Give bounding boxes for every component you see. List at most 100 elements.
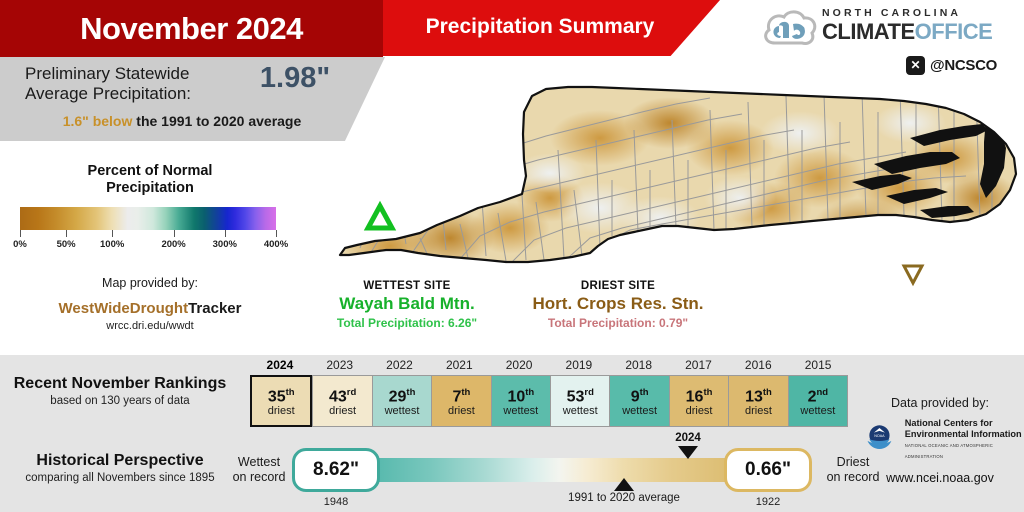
- colorbar-tick-label: 100%: [100, 239, 125, 250]
- average-marker-icon: [614, 478, 634, 491]
- ranking-kind: wettest: [622, 405, 658, 418]
- colorbar-tick: [66, 230, 68, 237]
- statewide-stat-label-line1: Preliminary Statewide: [25, 64, 190, 83]
- rankings-table: 35th driest 43rd driest 29th wettest 7th driest…: [250, 375, 849, 427]
- ranking-year-label: 2018: [625, 358, 653, 372]
- colorbar-tick-label: 400%: [263, 239, 289, 250]
- legend-title: Percent of Normal Precipitation: [18, 163, 282, 197]
- departure-period: the 1991 to 2020 average: [132, 113, 302, 129]
- current-year-marker-label: 2024: [675, 432, 701, 444]
- wettest-record-year: 1948: [323, 496, 349, 508]
- wwdt-source-name[interactable]: WestWideDroughtTracker: [18, 300, 282, 317]
- percent-of-normal-colorbar: [20, 207, 276, 230]
- ranking-year-label: 2021: [445, 358, 473, 372]
- ranking-ordinal: th: [639, 386, 649, 398]
- wettest-site-marker-icon[interactable]: [363, 200, 397, 231]
- ncei-url[interactable]: www.ncei.noaa.gov: [858, 471, 1022, 485]
- ranking-value: 43rd: [328, 386, 357, 406]
- historical-subtitle: comparing all Novembers since 1895: [25, 472, 215, 484]
- rankings-heading: Recent November Rankings based on 130 ye…: [2, 375, 238, 407]
- colorbar-ticks: [20, 230, 277, 238]
- ranking-cell: 13th driest: [728, 375, 788, 427]
- driest-site-marker-icon[interactable]: [901, 264, 925, 287]
- x-social-link[interactable]: ✕ @NCSCO: [906, 56, 997, 75]
- wettest-on-record-l1: Wettest: [237, 455, 281, 469]
- driest-record-year: 1922: [755, 496, 781, 508]
- ranking-cell: 43rd driest: [312, 375, 372, 427]
- page-title: November 2024: [80, 11, 303, 46]
- ranking-value: 53rd: [566, 386, 594, 406]
- rankings-year-header: 2024 2023 2022 2021 2020 2019 2018 2017 2016 2015: [250, 358, 848, 372]
- colorbar-tick-label: 0%: [13, 239, 27, 250]
- ranking-year-label: 2019: [565, 358, 593, 372]
- ranking-kind: wettest: [384, 405, 420, 418]
- driest-site-name: Hort. Crops Res. Stn.: [532, 294, 704, 313]
- wettest-site-name: Wayah Bald Mtn.: [339, 294, 475, 313]
- ranking-year-label: 2024: [266, 358, 294, 372]
- wettest-site-total: Total Precipitation: 6.26": [336, 316, 478, 330]
- noaa-attribution: Data provided by: NOAA National Centers …: [858, 396, 1022, 485]
- ranking-kind: driest: [329, 405, 357, 418]
- ranking-ordinal: th: [285, 386, 295, 398]
- historical-title: Historical Perspective: [36, 452, 204, 469]
- ranking-value: 13th: [745, 386, 772, 406]
- current-year-marker-icon: [678, 446, 698, 459]
- colorbar-tick: [112, 230, 114, 237]
- ncei-logo-row: NOAA National Centers for Environmental …: [858, 418, 1022, 462]
- noaa-seal-icon: NOAA: [867, 425, 892, 450]
- departure-amount: 1.6" below: [62, 113, 133, 129]
- ranking-ordinal: rd: [346, 386, 357, 398]
- wwdt-name-black: Tracker: [188, 300, 242, 317]
- ranking-cell: 35th driest: [250, 375, 313, 427]
- wettest-on-record-label: Wettest on record: [222, 455, 296, 485]
- ranking-kind: driest: [267, 405, 295, 418]
- ranking-value: 10th: [507, 386, 535, 406]
- wettest-record-value: 8.62": [292, 448, 380, 492]
- rankings-title: Recent November Rankings: [13, 375, 227, 392]
- ranking-kind: driest: [685, 405, 713, 418]
- nc-state-shape: [338, 85, 1018, 264]
- ranking-cell: 10th wettest: [490, 375, 551, 427]
- colorbar-tick-labels: 0% 50% 100% 200% 300% 400%: [0, 239, 296, 253]
- historical-heading: Historical Perspective comparing all Nov…: [2, 452, 238, 484]
- colorbar-tick-label: 200%: [161, 239, 186, 250]
- ncco-wordmark: NORTH CAROLINA CLIMATEOFFICE: [822, 7, 993, 44]
- ranking-cell: 16th driest: [668, 375, 729, 427]
- ranking-cell: 9th wettest: [609, 375, 669, 427]
- ranking-cell: 29th wettest: [371, 375, 432, 427]
- rankings-subtitle: based on 130 years of data: [50, 395, 190, 407]
- banner-subtitle: Precipitation Summary: [425, 15, 655, 38]
- colorbar-tick: [276, 230, 277, 237]
- wwdt-url[interactable]: wrcc.dri.edu/wwdt: [18, 320, 282, 332]
- ranking-ordinal: nd: [816, 386, 829, 398]
- ncei-line1: National Centers for: [904, 418, 993, 428]
- data-provided-by-label: Data provided by:: [891, 396, 989, 410]
- ncco-office-line: CLIMATEOFFICE: [822, 19, 993, 44]
- ranking-year-label: 2017: [685, 358, 712, 372]
- colorbar-tick-label: 300%: [212, 239, 237, 250]
- legend-title-line2: Precipitation: [106, 180, 194, 196]
- driest-site-total: Total Precipitation: 0.79": [547, 316, 689, 330]
- wettest-on-record-l2: on record: [232, 470, 286, 484]
- ranking-kind: wettest: [503, 405, 539, 418]
- ncei-line2: Environmental Information: [904, 428, 1022, 439]
- ncco-cloud-icon: [764, 10, 817, 45]
- ranking-cell: 7th driest: [431, 375, 491, 427]
- ranking-ordinal: th: [762, 386, 772, 398]
- ncco-climate-word: CLIMATE: [822, 19, 915, 44]
- wwdt-name-brown: WestWideDrought: [58, 300, 189, 317]
- ranking-kind: wettest: [562, 405, 598, 418]
- wettest-site-callout: WETTEST SITE Wayah Bald Mtn. Total Preci…: [302, 280, 512, 330]
- ncei-wordmark: National Centers for Environmental Infor…: [905, 418, 1022, 462]
- ranking-ordinal: rd: [584, 386, 594, 398]
- ranking-value: 2nd: [807, 386, 829, 406]
- nc-climate-office-logo[interactable]: NORTH CAROLINA CLIMATEOFFICE: [762, 7, 1018, 51]
- driest-site-callout: DRIEST SITE Hort. Crops Res. Stn. Total …: [500, 280, 736, 330]
- colorbar-tick: [173, 230, 175, 237]
- ranking-year-label: 2020: [505, 358, 533, 372]
- ranking-kind: driest: [745, 405, 772, 418]
- colorbar-tick-label: 50%: [56, 239, 76, 250]
- historical-gradient-bar: [320, 458, 780, 482]
- wettest-site-heading: WETTEST SITE: [363, 280, 451, 292]
- ranking-ordinal: th: [406, 386, 416, 398]
